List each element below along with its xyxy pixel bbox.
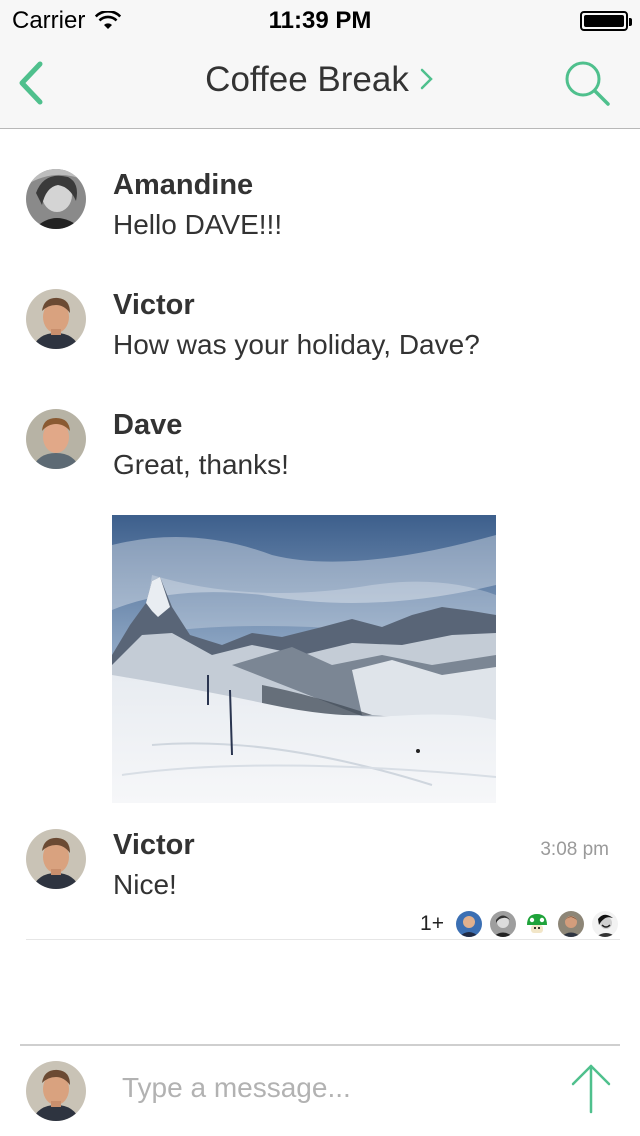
avatar — [456, 911, 482, 937]
message-sender: Victor — [113, 829, 195, 861]
battery-full-icon — [580, 11, 632, 31]
avatar[interactable] — [26, 1061, 86, 1121]
read-receipts[interactable]: 1+ — [420, 910, 618, 938]
message-sender: Dave — [113, 409, 183, 441]
message-input[interactable] — [122, 1066, 542, 1110]
page-title: Coffee Break — [205, 60, 409, 99]
avatar — [558, 911, 584, 937]
battery-fill — [584, 15, 624, 27]
avatar — [592, 911, 618, 937]
message-sender: Victor — [113, 289, 195, 321]
battery-cap — [629, 18, 632, 26]
avatar[interactable] — [26, 169, 86, 229]
divider — [26, 939, 620, 940]
conversation-title-button[interactable]: Coffee Break — [0, 60, 640, 100]
avatar[interactable] — [26, 829, 86, 889]
photo-attachment[interactable] — [112, 515, 496, 803]
message-text: Great, thanks! — [113, 449, 289, 480]
avatar — [490, 911, 516, 937]
avatar — [524, 911, 550, 937]
status-time: 11:39 PM — [268, 7, 372, 34]
composer-divider — [20, 1044, 620, 1046]
message-text: How was your holiday, Dave? — [113, 329, 480, 360]
message-timestamp: 3:08 pm — [540, 839, 609, 860]
avatar[interactable] — [26, 289, 86, 349]
message-text: Nice! — [113, 869, 177, 900]
composer — [0, 1044, 640, 1136]
chat-screen: Carrier 11:39 PM Coffee Break Amandine H… — [0, 0, 640, 1136]
send-button[interactable] — [570, 1062, 612, 1114]
avatar[interactable] — [26, 409, 86, 469]
message-sender: Amandine — [113, 169, 254, 201]
nav-bar: Coffee Break — [0, 40, 640, 129]
read-count: 1+ — [420, 912, 444, 935]
message-text: Hello DAVE!!! — [113, 209, 283, 240]
chevron-right-icon — [420, 68, 433, 89]
status-bar: Carrier 11:39 PM — [0, 0, 640, 40]
search-icon[interactable] — [562, 58, 612, 108]
